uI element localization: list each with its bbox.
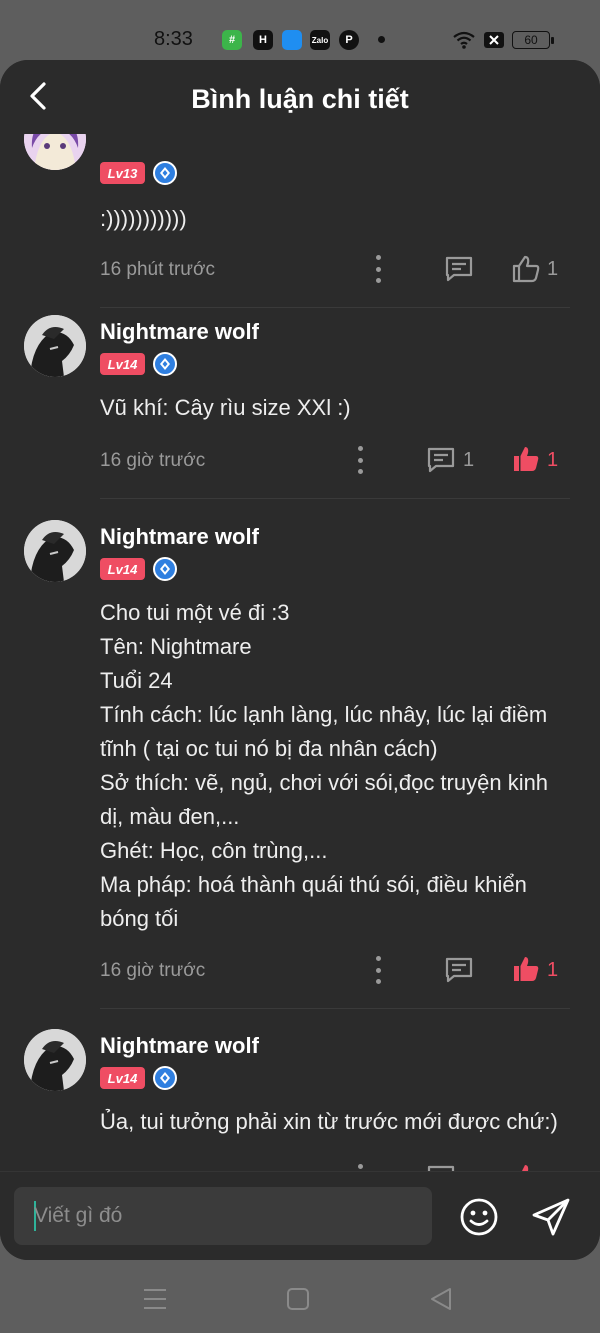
vip-badge-icon [153, 1066, 177, 1090]
avatar[interactable] [24, 520, 86, 582]
commenter-name[interactable]: Nightmare wolf [100, 524, 259, 550]
comment-text-line: bóng tối [100, 906, 179, 931]
comment-text: Ủa, tui tưởng phải xin từ trước mới được… [100, 1109, 558, 1134]
comment-item: Nightmare wolf Lv14 Vũ khí: Cây rìu size… [0, 297, 600, 502]
comment-text-line: Ghét: Học, côn trùng,... [100, 838, 328, 863]
divider [100, 498, 570, 499]
zalo-icon: Zalo [310, 30, 330, 50]
avatar[interactable] [24, 315, 86, 377]
avatar-image [24, 315, 86, 377]
notification-dot-icon [378, 36, 385, 43]
more-options-button[interactable] [373, 956, 383, 984]
app-icon-2: H [253, 30, 273, 50]
like-count: 1 [547, 959, 559, 981]
wifi-icon [453, 31, 475, 49]
thumbs-up-icon[interactable] [511, 254, 541, 284]
comment-item: Nightmare wolf Lv14 Cho tui một vé đi :3… [0, 502, 600, 1012]
send-icon[interactable] [530, 1196, 572, 1238]
triangle-back-icon[interactable] [426, 1284, 456, 1314]
comment-icon[interactable] [426, 445, 456, 475]
comment-icon[interactable] [444, 254, 474, 284]
header: Bình luận chi tiết [0, 60, 600, 134]
comment-item: Nightmare wolf Lv14 Ủa, tui tưởng phải x… [0, 1011, 600, 1172]
comment-time: 16 phút trước [100, 259, 215, 280]
avatar-image [24, 134, 86, 170]
comment-input-bar [0, 1171, 600, 1260]
avatar-image [24, 520, 86, 582]
app-icon-1: # [222, 30, 242, 50]
divider [100, 1008, 570, 1009]
avatar[interactable] [24, 1029, 86, 1091]
comment-text-line: Tuổi 24 [100, 668, 173, 693]
commenter-name[interactable]: Nightmare wolf [100, 1033, 259, 1059]
avatar-image [24, 1029, 86, 1091]
comment-text: Cho tui một vé đi :3 Tên: Nightmare Tuổi… [100, 596, 570, 936]
comment-input[interactable] [34, 1204, 394, 1228]
thumbs-up-icon[interactable] [511, 444, 541, 474]
comment-text-line: tĩnh ( tại oc tui nó bị đa nhân cách) [100, 736, 438, 761]
level-badge: Lv14 [100, 558, 145, 580]
sim-x-icon [484, 32, 504, 48]
more-options-button[interactable] [355, 446, 365, 474]
vip-badge-icon [153, 352, 177, 376]
comment-text: :))))))))))) [100, 206, 187, 231]
commenter-name[interactable]: Nightmare wolf [100, 319, 259, 345]
level-badge: Lv13 [100, 162, 145, 184]
vip-badge-icon [153, 557, 177, 581]
comment-text-line: Cho tui một vé đi :3 [100, 600, 290, 625]
square-icon[interactable] [283, 1284, 313, 1314]
comment-time: 16 giờ trước [100, 450, 206, 471]
comment-text-line: Tên: Nightmare [100, 634, 252, 659]
comment-text-line: dị, màu đen,... [100, 804, 240, 829]
vip-badge-icon [153, 161, 177, 185]
comment-time: 16 giờ trước [100, 960, 206, 981]
comment-text-line: Tính cách: lúc lạnh làng, lúc nhây, lúc … [100, 702, 548, 727]
system-nav-bar [0, 1262, 600, 1333]
smiley-icon[interactable] [458, 1196, 500, 1238]
thumbs-up-icon[interactable] [511, 954, 541, 984]
like-count: 1 [547, 258, 559, 280]
app-icon-3 [282, 30, 302, 50]
comment-feed[interactable]: Lv13 :))))))))))) 16 phút trước 1 Nightm… [0, 134, 600, 1172]
page-title: Bình luận chi tiết [191, 84, 409, 114]
avatar[interactable] [24, 134, 86, 170]
more-options-button[interactable] [373, 255, 383, 283]
reply-count: 1 [463, 449, 475, 471]
battery-indicator: 60 [512, 31, 554, 49]
comment-input-container[interactable] [14, 1187, 432, 1245]
comment-text-line: Ma pháp: hoá thành quái thú sói, điều kh… [100, 872, 527, 897]
level-badge: Lv14 [100, 1067, 145, 1089]
level-badge: Lv14 [100, 353, 145, 375]
pinterest-icon: P [339, 30, 359, 50]
comment-text: Vũ khí: Cây rìu size XXl :) [100, 395, 351, 420]
comment-text-line: Sở thích: vẽ, ngủ, chơi với sói,đọc truy… [100, 770, 549, 795]
like-count: 1 [547, 449, 559, 471]
menu-icon[interactable] [140, 1284, 170, 1314]
comment-detail-panel: Bình luận chi tiết Lv13 :))))))))))) 16 … [0, 60, 600, 1260]
status-time: 8:33 [154, 28, 193, 50]
comment-icon[interactable] [444, 955, 474, 985]
